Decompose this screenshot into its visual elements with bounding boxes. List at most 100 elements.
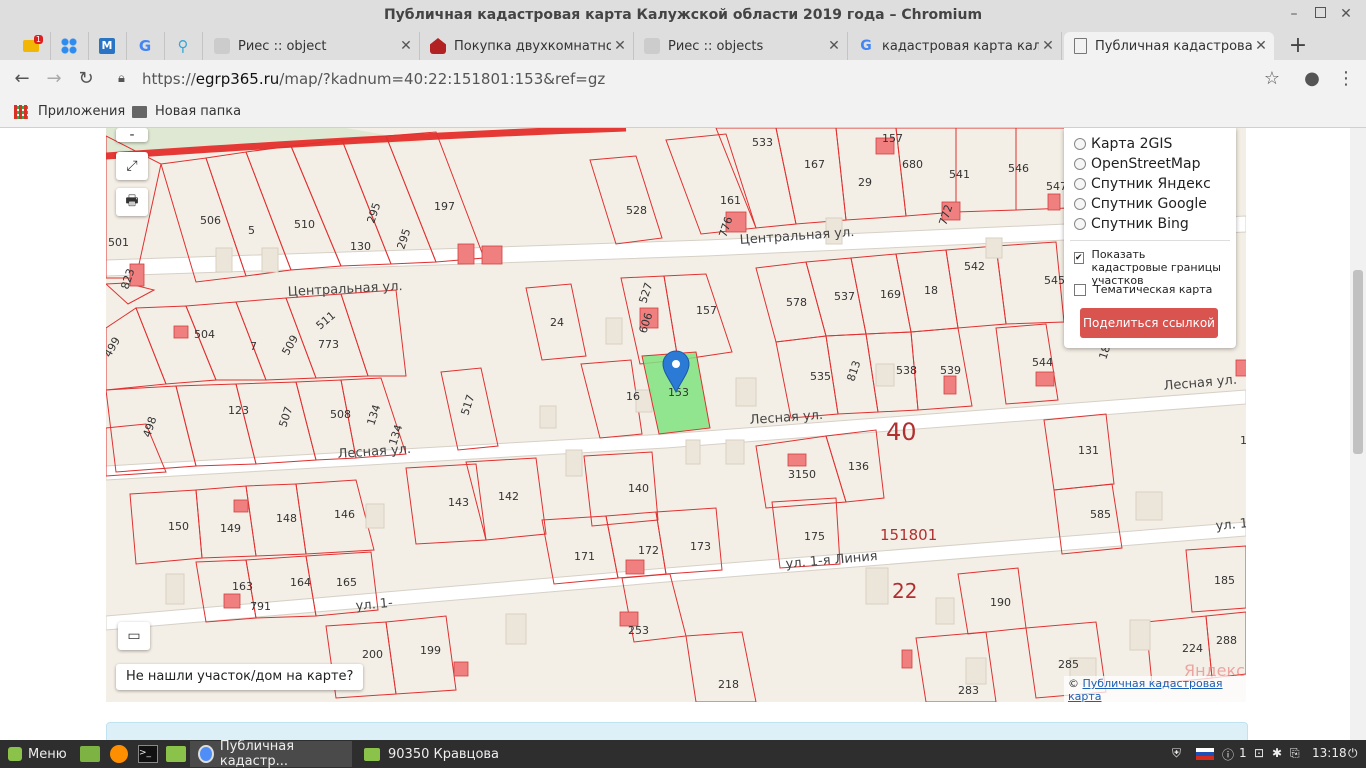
close-window-button[interactable]: ✕ [1336,6,1356,22]
building-shadow [985,237,1003,259]
building-shadow [261,247,279,273]
parcel-boundary [340,289,407,377]
reload-button[interactable]: ↻ [74,68,98,90]
pinned-tab-google[interactable]: G [126,32,165,60]
street-name: Лесная ул. [1163,373,1238,394]
parcel-number: 517 [458,393,477,417]
parcel-number: 3150 [788,468,816,481]
page-scrollbar[interactable] [1350,128,1366,740]
window-titlebar: Публичная кадастровая карта Калужской об… [0,0,1366,30]
tab-close-icon[interactable]: ✕ [825,38,843,54]
parcel-number: 218 [718,678,739,691]
url-text[interactable]: https://egrp365.ru/map/?kadnum=40:22:151… [142,70,605,88]
layer-option-google-sat[interactable]: Спутник Google [1074,196,1207,212]
share-link-button[interactable]: Поделиться ссылкой [1080,308,1218,338]
building-shadow [605,317,623,345]
bookmark-apps[interactable]: Приложения [14,104,125,119]
fullscreen-button[interactable]: ⤢ [116,152,148,180]
pinned-tab-maps[interactable]: ⚲ [164,32,203,60]
maximize-button[interactable] [1310,6,1330,22]
tab-google-search[interactable]: G кадастровая карта калуга ✕ [848,32,1062,60]
show-borders-checkbox[interactable]: ✔ [1074,252,1084,264]
building [457,243,475,265]
thematic-checkbox[interactable] [1074,283,1086,296]
google-icon: G [138,37,152,55]
building-shadow [165,573,185,605]
print-button[interactable]: 🖶 [116,188,148,216]
forward-button[interactable]: → [42,68,66,90]
show-borders-option[interactable]: ✔ Показать кадастровые границы участков [1074,248,1224,287]
parcel-number: 773 [318,338,339,351]
radio-button[interactable] [1074,198,1086,210]
checkbox-label: Тематическая карта [1094,283,1213,296]
radio-button[interactable] [1074,178,1086,190]
tab-cadastral-map[interactable]: Публичная кадастровая ✕ [1064,32,1274,60]
shield-icon[interactable]: ⛨ [1172,746,1181,761]
update-manager-icon[interactable]: ⊡ [1254,746,1264,760]
tab-ries-objects[interactable]: Риес :: objects ✕ [634,32,848,60]
pinned-tab-m[interactable]: M [88,32,127,60]
parcel-number: 18 [924,284,938,297]
parcel-boundary [405,463,487,545]
start-menu-button[interactable]: Меню [0,741,75,767]
apps-grid-icon [14,104,28,119]
parcel-number: 131 [1078,444,1099,457]
parcel-number: 142 [498,490,519,503]
layer-option-bing-sat[interactable]: Спутник Bing [1074,216,1189,232]
info-icon[interactable]: ⓘ [1222,746,1234,763]
keyboard-layout-flag-icon[interactable] [1196,748,1214,760]
back-button[interactable]: ← [10,68,34,90]
tab-close-icon[interactable]: ✕ [397,38,415,54]
chromium-icon [198,745,214,763]
parcel-number: 509 [279,333,301,358]
tab-close-icon[interactable]: ✕ [1252,38,1270,54]
layer-option-2gis[interactable]: Карта 2GIS [1074,136,1172,152]
files-launcher[interactable] [158,741,194,767]
url-path: /map/?kadnum=40:22:151801:153&ref=gz [279,70,606,88]
parcel-number: 510 [294,218,315,231]
radio-button[interactable] [1074,218,1086,230]
network-icon[interactable]: ⎘ [1290,746,1300,761]
parcel-boundary [235,381,317,465]
task-folder[interactable]: 90350 Кравцова [356,741,516,767]
thematic-map-option[interactable]: Тематическая карта [1074,283,1212,296]
ruler-button[interactable]: ▭ [118,622,150,650]
parcel-number: 197 [434,200,455,213]
parcel-number: 190 [990,596,1011,609]
parcel-number: 285 [1058,658,1079,671]
building [625,559,645,575]
new-tab-button[interactable]: + [1286,30,1310,60]
parcel-number: 199 [420,644,441,657]
power-icon[interactable]: ⏻ [1348,746,1358,761]
radio-button[interactable] [1074,138,1086,150]
parcel-number: 5 [248,224,255,237]
layer-option-osm[interactable]: OpenStreetMap [1074,156,1200,172]
parcel-boundary [685,631,757,702]
bookmark-new-folder[interactable]: Новая папка [132,104,241,119]
scrollbar-thumb[interactable] [1353,270,1363,454]
task-chromium[interactable]: Публичная кадастр... [190,739,352,769]
minimize-button[interactable]: – [1284,6,1304,22]
parcel-number: 16 [626,390,640,403]
layer-option-yandex-sat[interactable]: Спутник Яндекс [1074,176,1211,192]
profile-icon[interactable]: ● [1300,68,1324,90]
parcel-number: 528 [626,204,647,217]
parcel-number: 538 [896,364,917,377]
pinned-tab-dots[interactable] [50,32,89,60]
tab-purchase[interactable]: Покупка двухкомнатной ✕ [420,32,634,60]
tab-ries-object[interactable]: Риес :: object ✕ [204,32,420,60]
attribution-link[interactable]: Публичная кадастровая карта [1068,677,1223,702]
not-found-button[interactable]: Не нашли участок/дом на карте? [116,664,364,690]
zoom-out-button[interactable]: - [116,128,148,143]
pinned-tab-mail[interactable]: 1 [12,32,51,60]
tab-close-icon[interactable]: ✕ [611,38,629,54]
folder-icon [132,105,147,118]
radio-button[interactable] [1074,158,1086,170]
parcel-boundary [135,305,217,385]
street-name: Центральная ул. [287,279,403,300]
bluetooth-icon[interactable]: ✱ [1272,746,1282,760]
menu-kebab-icon[interactable]: ⋮ [1334,68,1358,90]
parcel-number: 499 [106,335,123,360]
cadastral-map[interactable]: 533 167 157 680 29 541 546 547 501 506 5 510 295 295 1… [106,128,1246,702]
tab-close-icon[interactable]: ✕ [1039,38,1057,54]
